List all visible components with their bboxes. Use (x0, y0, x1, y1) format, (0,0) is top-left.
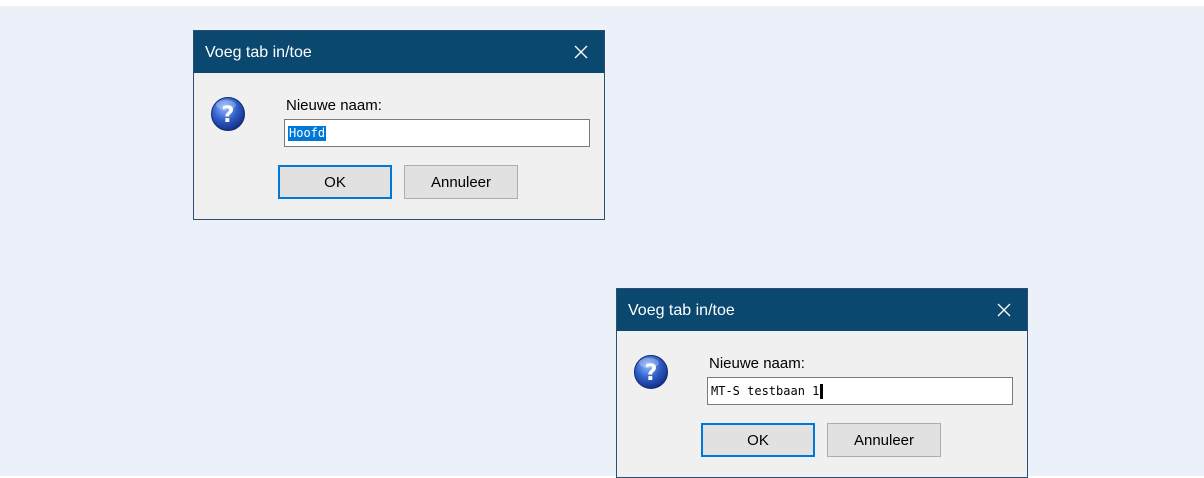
new-name-label: Nieuwe naam: (709, 355, 805, 372)
close-icon (997, 303, 1011, 317)
question-icon: ? (211, 97, 245, 131)
ok-button[interactable]: OK (278, 165, 392, 199)
new-name-label: Nieuwe naam: (286, 97, 382, 114)
ok-label: OK (324, 173, 346, 191)
cancel-button[interactable]: Annuleer (404, 165, 518, 199)
input-value-selected: Hoofd (288, 126, 327, 141)
input-value-text: MT-S testbaan 1 (711, 384, 824, 399)
new-name-input[interactable]: Hoofd (284, 119, 590, 147)
dialog-title: Voeg tab in/toe (205, 44, 312, 61)
dialog-titlebar[interactable]: Voeg tab in/toe (617, 289, 1027, 331)
cancel-label: Annuleer (430, 173, 492, 191)
ok-label: OK (747, 431, 769, 449)
close-icon (574, 45, 588, 59)
svg-text:?: ? (645, 361, 658, 386)
cancel-label: Annuleer (853, 431, 915, 449)
close-button[interactable] (981, 289, 1027, 331)
close-button[interactable] (558, 31, 604, 73)
dialog-titlebar[interactable]: Voeg tab in/toe (194, 31, 604, 73)
cancel-button[interactable]: Annuleer (827, 423, 941, 457)
dialog-title: Voeg tab in/toe (628, 302, 735, 319)
question-icon: ? (634, 355, 668, 389)
text-caret (820, 384, 824, 399)
new-name-input[interactable]: MT-S testbaan 1 (707, 377, 1013, 405)
add-tab-dialog-1: Voeg tab in/toe ? Nieuwe naam: Hoofd OK … (193, 30, 605, 220)
input-value: MT-S testbaan 1 (711, 384, 820, 398)
ok-button[interactable]: OK (701, 423, 815, 457)
svg-text:?: ? (222, 103, 235, 128)
add-tab-dialog-2: Voeg tab in/toe ? Nieuwe naam: MT-S test… (616, 288, 1028, 478)
desktop-background: Voeg tab in/toe ? Nieuwe naam: Hoofd OK … (0, 6, 1204, 478)
